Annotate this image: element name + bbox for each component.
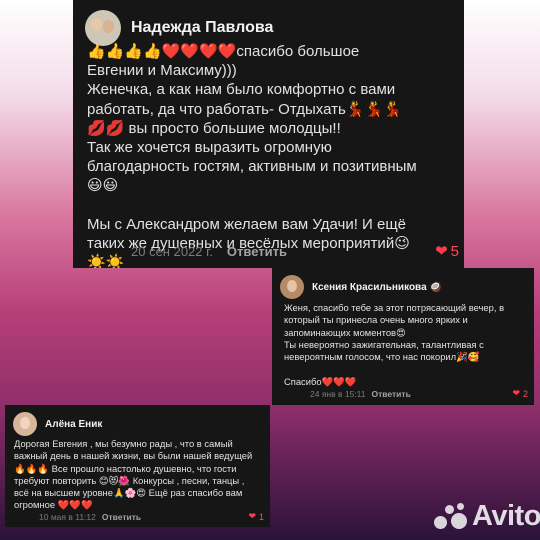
- avito-logo-icon: [434, 502, 468, 531]
- comment-text: Дорогая Евгения , мы безумно рады , что …: [14, 438, 255, 511]
- like-count: 1: [258, 511, 264, 522]
- avatar[interactable]: [280, 275, 304, 299]
- comment-text: 👍👍👍👍❤️❤️❤️❤️спасибо большое Евгении и Ма…: [87, 43, 417, 268]
- like-count: 2: [522, 388, 528, 399]
- comment-author[interactable]: Надежда Павлова: [131, 19, 273, 37]
- comment-header: Алёна Еник: [13, 412, 262, 436]
- like-button[interactable]: ❤ 1: [248, 511, 264, 522]
- like-button[interactable]: ❤ 5: [435, 242, 459, 261]
- comment-date: 20 сен 2022 г.: [131, 243, 213, 259]
- heart-icon: ❤: [248, 511, 256, 521]
- comment-date: 24 янв в 15:11: [310, 388, 366, 399]
- reply-button[interactable]: Ответить: [102, 512, 141, 522]
- comment-author[interactable]: Ксения Красильникова 🥥: [312, 282, 442, 293]
- comment-card-3: Алёна Еник Дорогая Евгения , мы безумно …: [5, 405, 270, 527]
- like-count: 5: [450, 242, 459, 260]
- comment-card-2: Ксения Красильникова 🥥 Женя, спасибо теб…: [272, 268, 534, 405]
- heart-icon: ❤: [512, 388, 520, 398]
- comment-card-1: Надежда Павлова 👍👍👍👍❤️❤️❤️❤️спасибо боль…: [73, 0, 464, 268]
- heart-icon: ❤: [435, 243, 448, 260]
- like-button[interactable]: ❤ 2: [512, 388, 528, 399]
- avatar[interactable]: [85, 10, 121, 46]
- comment-footer: 20 сен 2022 г. Ответить ❤ 5: [131, 242, 459, 261]
- comment-text: Женя, спасибо тебе за этот потрясающий в…: [284, 302, 505, 387]
- comment-date: 10 мая в 11:12: [39, 511, 96, 522]
- comment-header: Ксения Красильникова 🥥: [280, 275, 526, 299]
- reply-button[interactable]: Ответить: [227, 244, 287, 259]
- avito-wordmark: Avito: [472, 500, 540, 532]
- avito-watermark: Avito: [434, 500, 540, 533]
- comment-footer: 10 мая в 11:12 Ответить ❤ 1: [39, 511, 264, 522]
- comment-footer: 24 янв в 15:11 Ответить ❤ 2: [310, 388, 528, 399]
- avatar[interactable]: [13, 412, 37, 436]
- reply-button[interactable]: Ответить: [372, 389, 411, 399]
- comment-author[interactable]: Алёна Еник: [45, 419, 102, 430]
- comment-header: Надежда Павлова: [85, 10, 454, 46]
